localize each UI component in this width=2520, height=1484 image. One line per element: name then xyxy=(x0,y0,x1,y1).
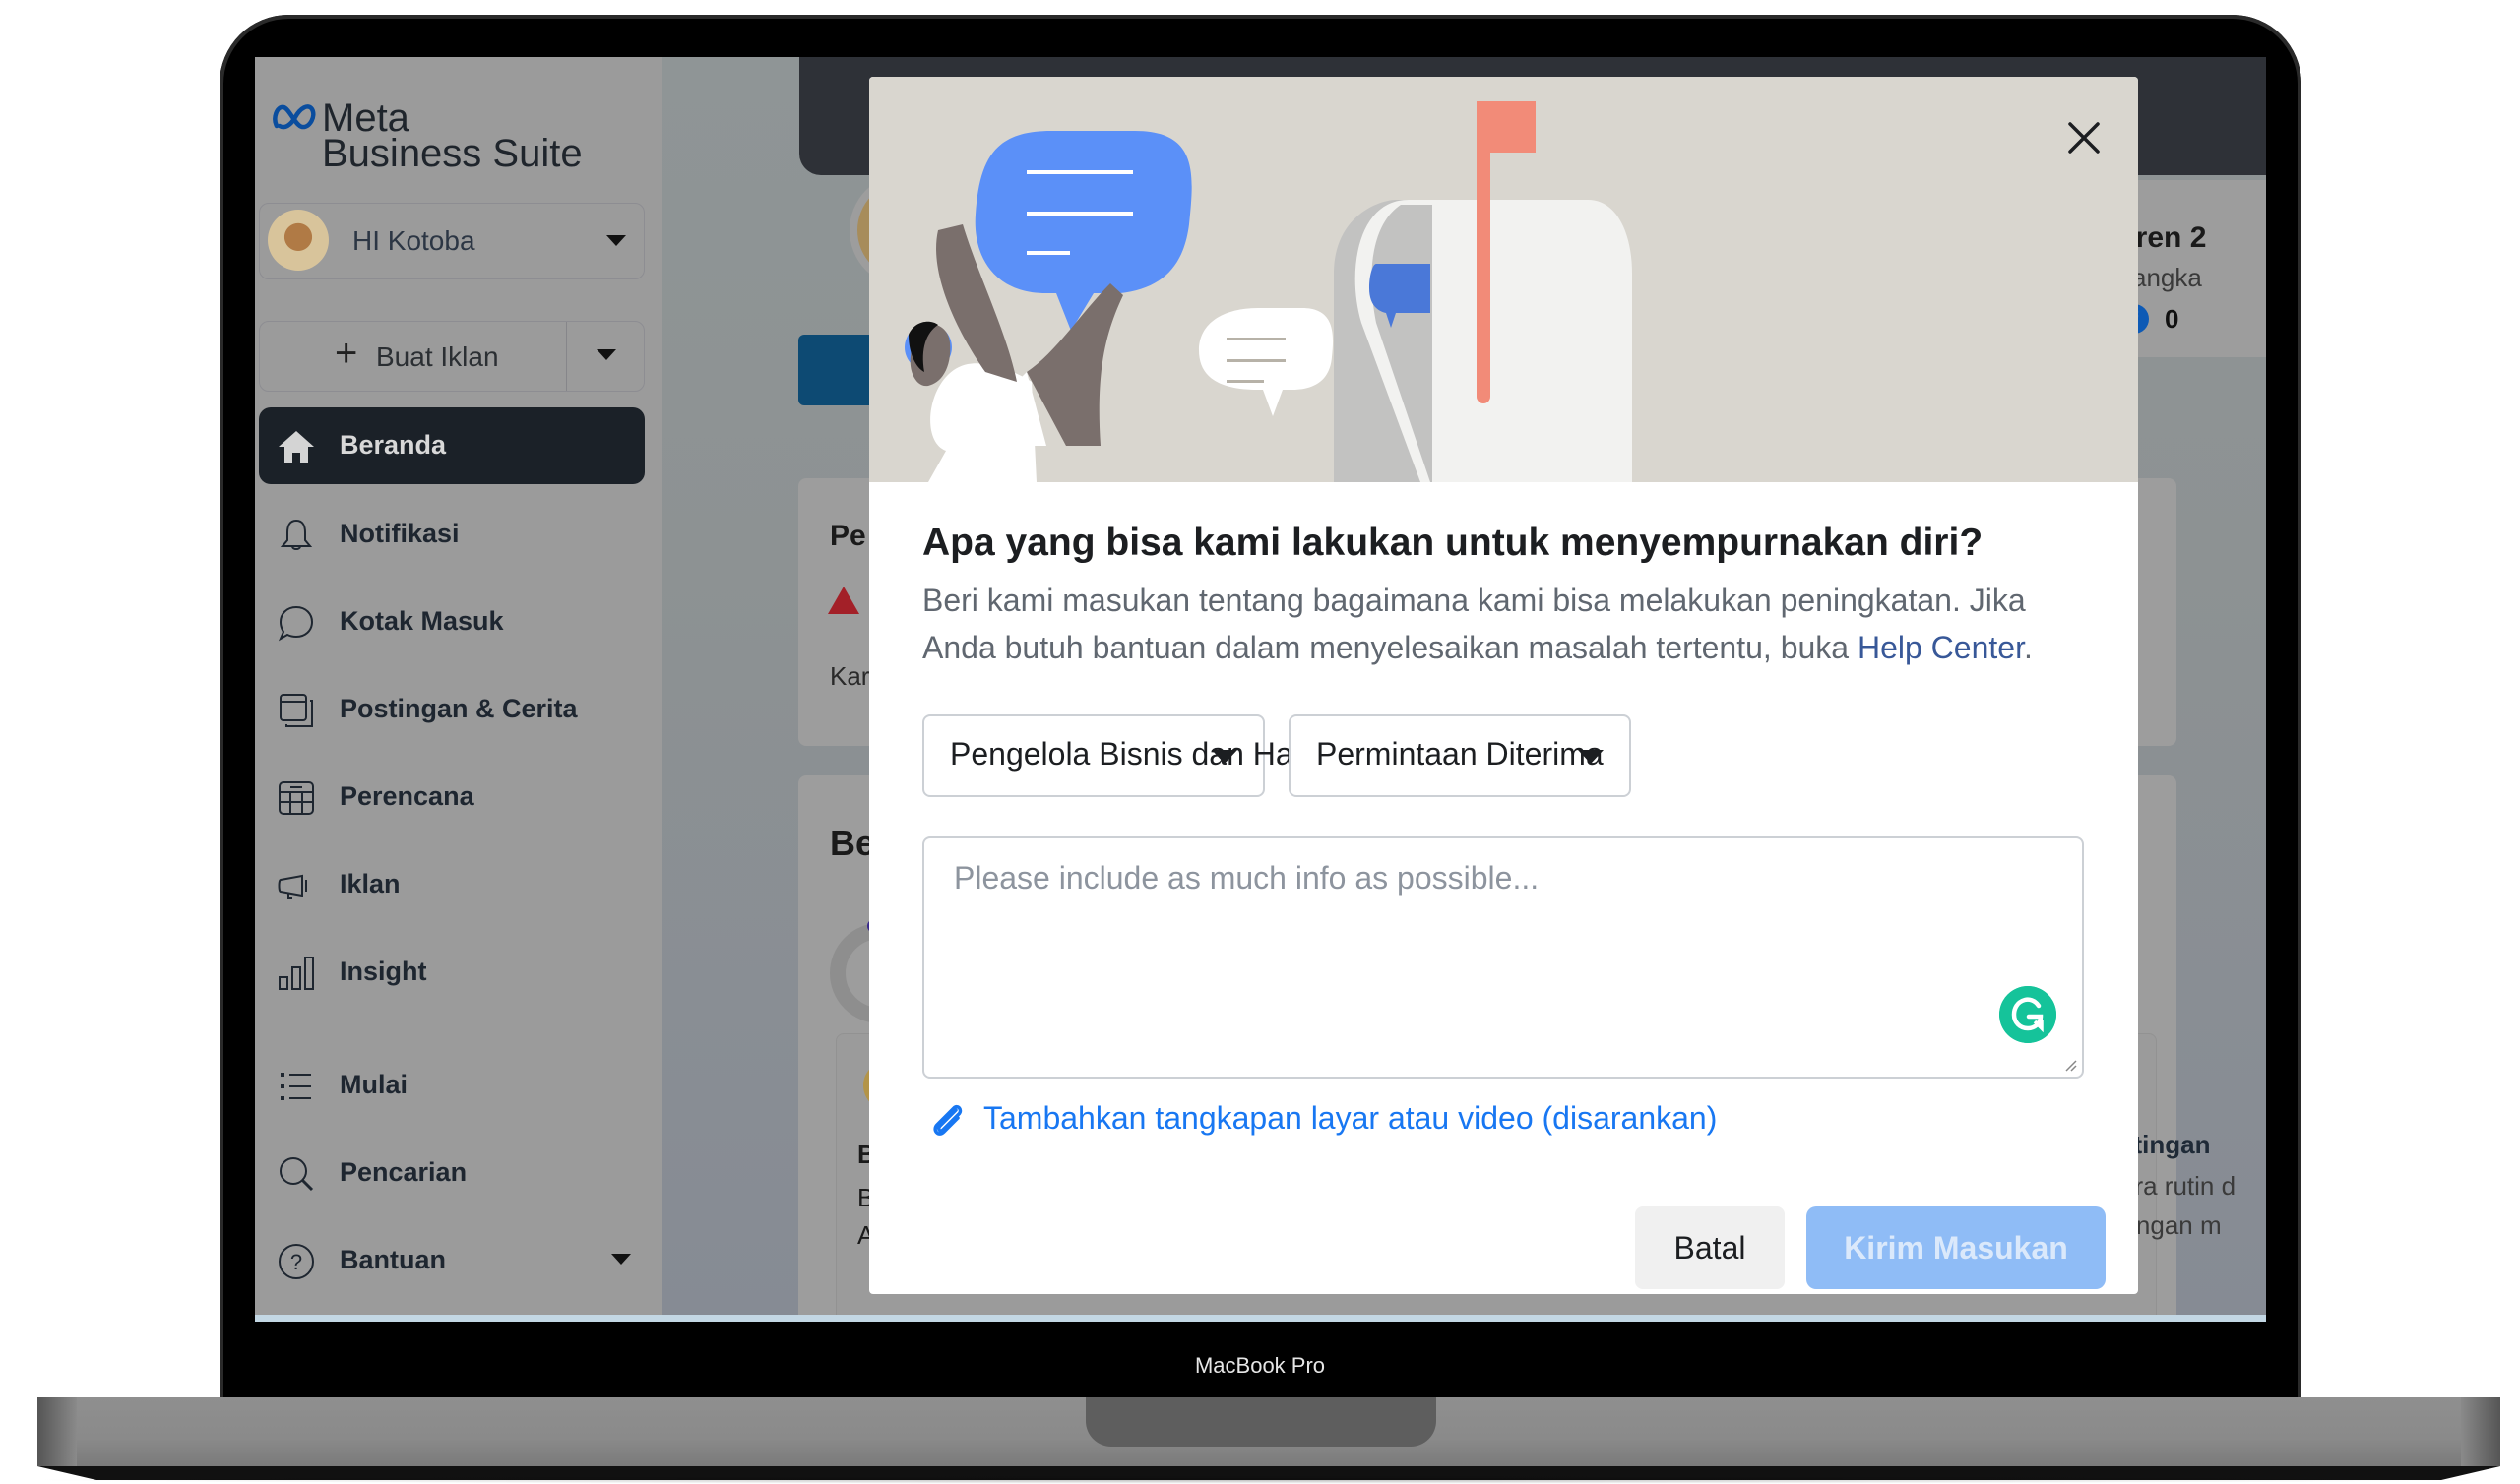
sidebar-item-postingan[interactable]: Postingan & Cerita xyxy=(259,671,645,748)
screen: Meta Business Suite HI Kotoba + Buat Ikl… xyxy=(255,57,2266,1322)
sidebar-item-kotak-masuk[interactable]: Kotak Masuk xyxy=(259,584,645,660)
list-icon xyxy=(281,1073,311,1100)
posts-icon xyxy=(280,694,313,727)
dialog-title: Apa yang bisa kami lakukan untuk menyemp… xyxy=(922,522,1984,564)
illustration-graphic xyxy=(905,101,1632,482)
sidebar-item-label: Kotak Masuk xyxy=(340,606,504,636)
attach-screenshot-label: Tambahkan tangkapan layar atau video (di… xyxy=(983,1100,1718,1136)
sidebar-item-mulai[interactable]: Mulai xyxy=(259,1047,645,1124)
notice-card-title: Pe xyxy=(830,520,866,552)
product-select[interactable]: Pengelola Bisnis dan Halam... xyxy=(922,714,1370,797)
feedback-textarea[interactable]: Please include as much info as possible.… xyxy=(922,836,2084,1079)
meta-logo-icon xyxy=(273,104,316,130)
sidebar-item-label: Postingan & Cerita xyxy=(340,694,578,723)
create-ad-button[interactable]: Buat Iklan xyxy=(376,341,499,373)
sidebar-item-label: Pencarian xyxy=(340,1157,468,1187)
submit-feedback-button[interactable]: Kirim Masukan xyxy=(1806,1206,2106,1289)
search-icon xyxy=(280,1157,314,1192)
logo-line-2: Business Suite xyxy=(322,132,583,175)
bar-chart-icon xyxy=(279,957,314,990)
warning-icon xyxy=(828,587,859,614)
paperclip-icon xyxy=(933,1104,963,1136)
grammarly-icon[interactable] xyxy=(1999,986,2056,1043)
feedback-placeholder: Please include as much info as possible.… xyxy=(954,860,1540,896)
sidebar-item-insight[interactable]: Insight xyxy=(259,934,645,1011)
chevron-down-icon xyxy=(1578,750,1604,764)
sidebar-item-label: Perencana xyxy=(340,781,474,811)
sidebar-item-label: Mulai xyxy=(340,1070,409,1099)
trend-count: 0 xyxy=(2165,304,2179,334)
close-icon[interactable] xyxy=(2062,116,2106,159)
laptop-hinge-notch xyxy=(1086,1397,1436,1447)
chevron-down-icon xyxy=(606,235,626,246)
help-icon: ? xyxy=(279,1244,314,1279)
svg-text:?: ? xyxy=(290,1250,302,1274)
calendar-icon xyxy=(279,781,314,815)
bell-icon xyxy=(280,519,313,550)
chat-bubble-icon xyxy=(278,605,314,642)
description-period: . xyxy=(2023,630,2033,665)
sidebar-item-beranda[interactable]: Beranda xyxy=(259,407,645,484)
create-ad-button-group: + Buat Iklan xyxy=(259,321,645,392)
plus-icon: + xyxy=(335,332,358,375)
device-brand-label: MacBook Pro xyxy=(1194,1353,1326,1378)
sidebar: Meta Business Suite HI Kotoba + Buat Ikl… xyxy=(255,57,662,1322)
help-center-link[interactable]: Help Center xyxy=(1858,630,2024,665)
sidebar-item-bantuan[interactable]: ? Bantuan xyxy=(259,1222,645,1299)
megaphone-icon xyxy=(278,874,307,899)
laptop-shadow xyxy=(20,1476,2500,1484)
resize-handle-icon[interactable] xyxy=(2060,1055,2078,1073)
dialog-description: Beri kami masukan tentang bagaimana kami… xyxy=(922,577,2104,671)
sidebar-item-label: Bantuan xyxy=(340,1245,446,1274)
feedback-dialog: Apa yang bisa kami lakukan untuk menyemp… xyxy=(869,77,2138,1294)
create-ad-dropdown-icon[interactable] xyxy=(597,349,616,360)
topic-select[interactable]: Permintaan Diterima xyxy=(1289,714,1631,797)
topic-select-value: Permintaan Diterima xyxy=(1316,736,1604,772)
avatar xyxy=(268,210,329,271)
taskbar-strip xyxy=(255,1315,2266,1322)
notice-card-text: Kar xyxy=(830,661,870,691)
divider xyxy=(566,322,567,391)
sidebar-item-pencarian[interactable]: Pencarian xyxy=(259,1135,645,1211)
sidebar-item-iklan[interactable]: Iklan xyxy=(259,846,645,923)
chevron-down-icon xyxy=(1212,750,1237,764)
cancel-button[interactable]: Batal xyxy=(1635,1206,1785,1289)
account-switcher[interactable]: HI Kotoba xyxy=(259,203,645,279)
sidebar-item-label: Insight xyxy=(340,957,427,986)
feedback-illustration xyxy=(869,77,2138,482)
sidebar-item-label: Notifikasi xyxy=(340,519,460,548)
sidebar-item-label: Beranda xyxy=(340,430,447,460)
chevron-down-icon xyxy=(611,1254,631,1265)
home-icon xyxy=(279,431,314,463)
sidebar-item-perencana[interactable]: Perencana xyxy=(259,759,645,835)
account-name: HI Kotoba xyxy=(352,225,475,256)
sidebar-item-label: Iklan xyxy=(340,869,401,898)
sidebar-item-notifikasi[interactable]: Notifikasi xyxy=(259,496,645,573)
